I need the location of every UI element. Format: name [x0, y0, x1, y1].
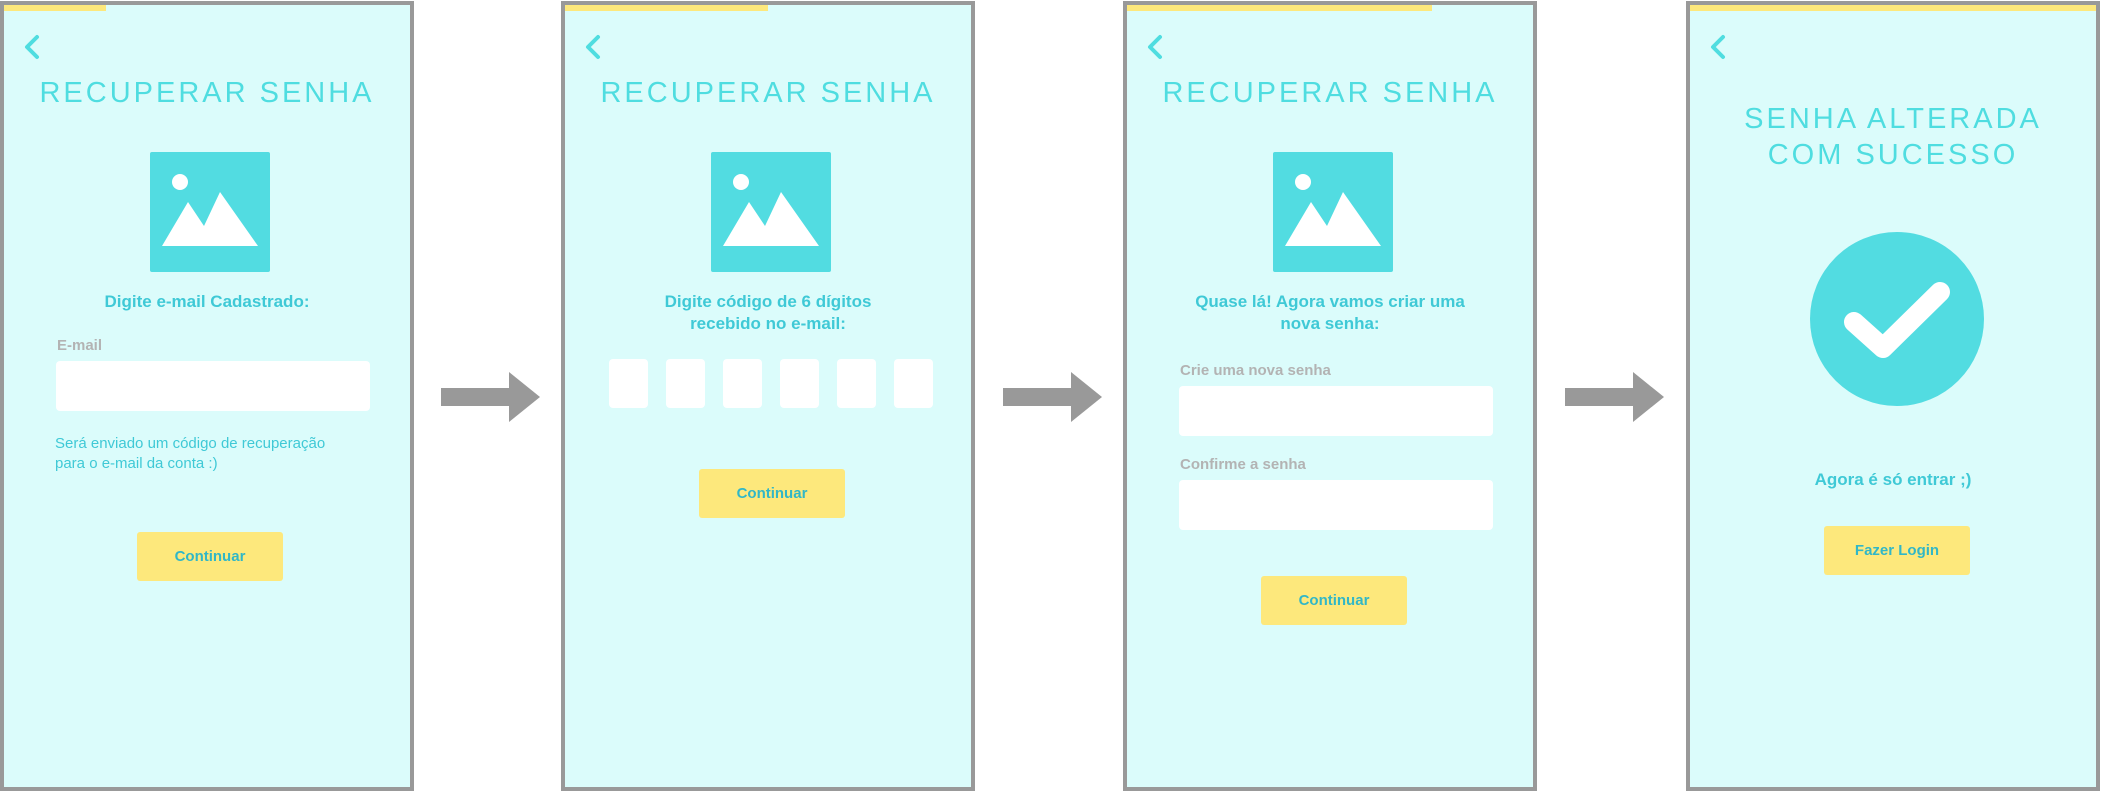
code-digit-input[interactable] — [780, 359, 819, 408]
instruction-text: Digite código de 6 dígitos recebido no e… — [664, 292, 872, 333]
login-button[interactable]: Fazer Login — [1824, 526, 1970, 575]
code-digit-input[interactable] — [894, 359, 933, 408]
code-digit-input[interactable] — [837, 359, 876, 408]
back-button[interactable] — [22, 33, 42, 61]
instruction-text: Quase lá! Agora vamos criar uma nova sen… — [1195, 292, 1465, 333]
page-title: RECUPERAR SENHA — [39, 77, 375, 109]
email-label: E-mail — [57, 337, 103, 354]
success-title: SENHA ALTERADA COM SUCESSO — [1744, 103, 2042, 171]
recovery-note: Será enviado um código de recuperação pa… — [55, 435, 326, 472]
progress-bar — [1690, 5, 2096, 11]
back-button[interactable] — [1708, 33, 1728, 61]
instruction-text: Digite e-mail Cadastrado: — [104, 292, 310, 311]
arrow-right-icon — [441, 371, 541, 423]
new-password-field[interactable] — [1179, 386, 1493, 436]
page-title: RECUPERAR SENHA — [600, 77, 936, 109]
screen-recover-code: RECUPERAR SENHA Digite código de 6 dígit… — [561, 1, 975, 791]
code-digit-input[interactable] — [666, 359, 705, 408]
code-digit-input[interactable] — [609, 359, 648, 408]
back-button[interactable] — [583, 33, 603, 61]
continue-button[interactable]: Continuar — [1261, 576, 1407, 625]
new-password-label: Crie uma nova senha — [1180, 362, 1331, 379]
success-message: Agora é só entrar ;) — [1814, 470, 1972, 489]
image-placeholder-icon — [1273, 152, 1393, 272]
arrow-right-icon — [1565, 371, 1665, 423]
checkmark-icon — [1810, 232, 1984, 406]
chevron-left-icon — [586, 35, 600, 59]
confirm-password-label: Confirme a senha — [1180, 456, 1306, 473]
image-placeholder-icon — [150, 152, 270, 272]
continue-button[interactable]: Continuar — [137, 532, 283, 581]
screen-success: SENHA ALTERADA COM SUCESSO Agora é só en… — [1686, 1, 2100, 791]
back-button[interactable] — [1145, 33, 1165, 61]
progress-bar — [565, 5, 768, 11]
progress-bar — [4, 5, 106, 11]
arrow-right-icon — [1003, 371, 1103, 423]
email-field[interactable] — [56, 361, 370, 411]
image-placeholder-icon — [711, 152, 831, 272]
chevron-left-icon — [25, 35, 39, 59]
continue-button[interactable]: Continuar — [699, 469, 845, 518]
screen-new-password: RECUPERAR SENHA Quase lá! Agora vamos cr… — [1123, 1, 1537, 791]
confirm-password-field[interactable] — [1179, 480, 1493, 530]
screen-recover-email: RECUPERAR SENHA Digite e-mail Cadastrado… — [0, 1, 414, 791]
chevron-left-icon — [1711, 35, 1725, 59]
chevron-left-icon — [1148, 35, 1162, 59]
code-digit-input[interactable] — [723, 359, 762, 408]
page-title: RECUPERAR SENHA — [1162, 77, 1498, 109]
progress-bar — [1127, 5, 1432, 11]
